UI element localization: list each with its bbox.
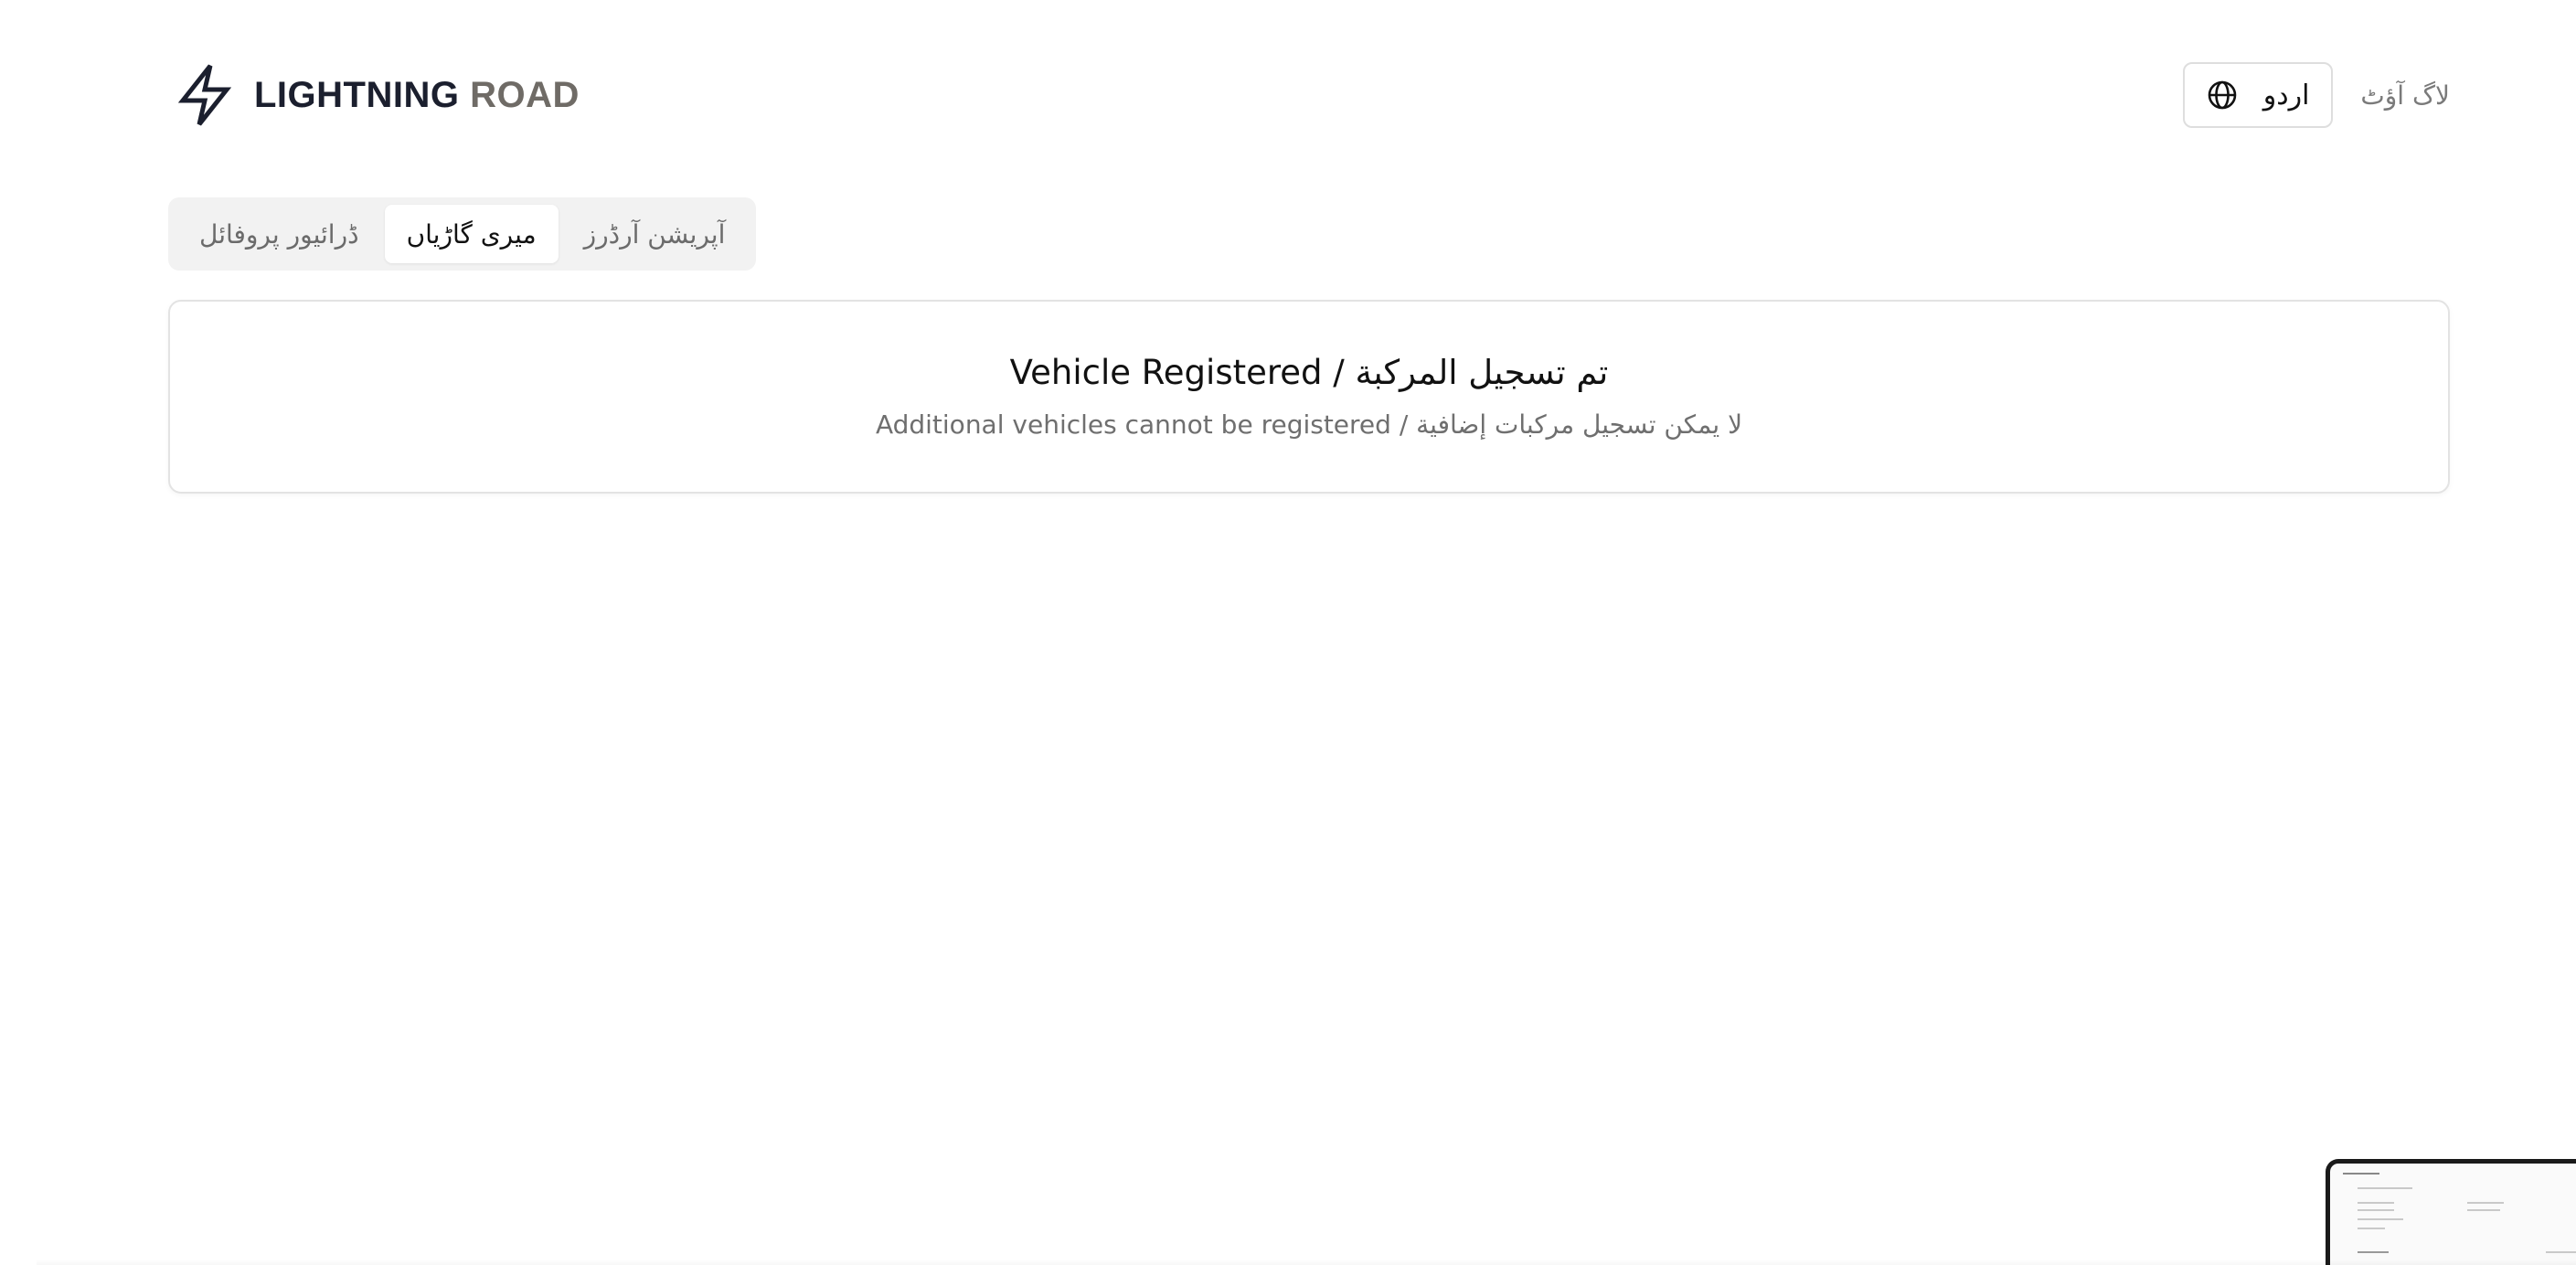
card-title: Vehicle Registered / تم تسجيل المركبة [1009,353,1609,392]
brand-name-part2: ROAD [470,74,580,115]
tab-my-vehicles[interactable]: میری گاڑیاں [384,205,559,263]
header-actions: اردو لاگ آؤٹ [2182,62,2450,128]
brand-logo[interactable]: LIGHTNING ROAD [168,58,580,132]
lightning-bolt-icon [168,58,241,132]
bottom-edge-shadow [37,1260,2576,1265]
main-tabs: آپریشن آرڈرز میری گاڑیاں ڈرائیور پروفائل [168,197,757,271]
brand-name: LIGHTNING ROAD [254,75,580,116]
tab-operation-orders[interactable]: آپریشن آرڈرز [562,205,748,263]
language-label: اردو [2262,79,2310,112]
vehicle-status-card: Vehicle Registered / تم تسجيل المركبة Ad… [168,300,2450,494]
card-subtitle: Additional vehicles cannot be registered… [875,409,1743,440]
top-header: LIGHTNING ROAD اردو لاگ آؤٹ [168,58,2450,132]
brand-name-part1: LIGHTNING [254,74,460,115]
globe-icon [2207,80,2238,111]
app-page: LIGHTNING ROAD اردو لاگ آؤٹ آپریشن آرڈرز… [0,0,2576,1265]
preview-thumbnail[interactable] [2326,1159,2576,1265]
language-selector-button[interactable]: اردو [2182,62,2334,128]
logout-link[interactable]: لاگ آؤٹ [2360,80,2450,111]
tab-driver-profile[interactable]: ڈرائیور پروفائل [177,205,381,263]
